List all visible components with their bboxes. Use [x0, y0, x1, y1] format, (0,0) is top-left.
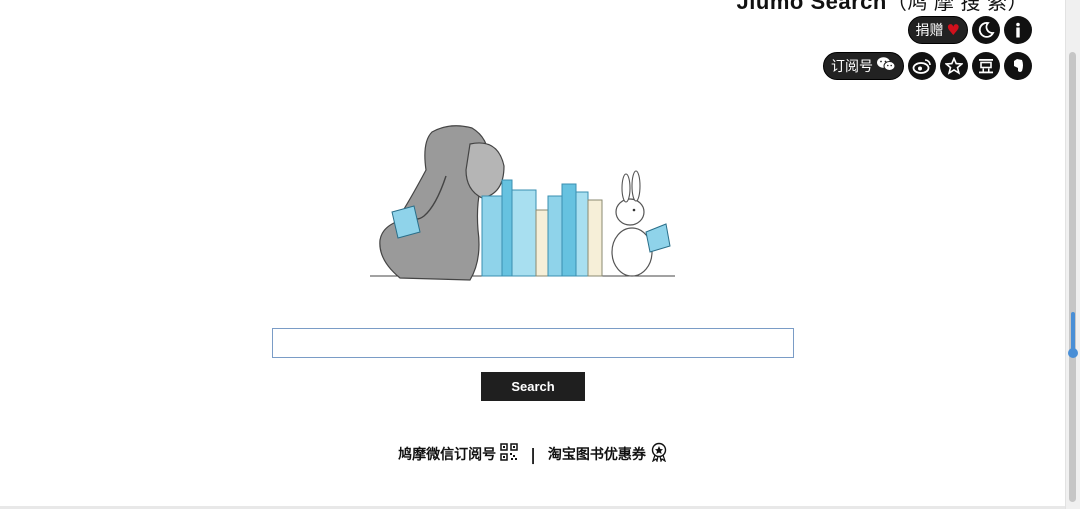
douban-button[interactable]: [972, 52, 1000, 80]
taobao-coupon-link[interactable]: 淘宝图书优惠券: [548, 442, 668, 466]
footer-links: 鸠摩微信订阅号 | 淘宝图书优惠券: [0, 442, 1066, 466]
heart-icon: ♥: [946, 21, 960, 39]
donate-button[interactable]: 捐赠 ♥: [907, 16, 968, 44]
night-mode-button[interactable]: [972, 16, 1000, 44]
vertical-scrollbar[interactable]: [1065, 0, 1080, 509]
search-input[interactable]: [272, 328, 794, 358]
wechat-subscription-link[interactable]: 鸠摩微信订阅号: [398, 443, 518, 465]
taobao-coupon-label: 淘宝图书优惠券: [547, 447, 646, 463]
weibo-button[interactable]: [908, 52, 936, 80]
site-title: Jiumo Search（鸠 摩 搜 索）: [737, 0, 1028, 15]
donate-label: 捐赠: [915, 23, 944, 39]
wechat-icon: [876, 56, 896, 76]
badge-icon: [650, 442, 668, 466]
subscribe-label: 订阅号: [831, 59, 873, 75]
scroll-indicator-knob[interactable]: [1068, 348, 1078, 358]
search-button[interactable]: Search: [481, 372, 585, 401]
site-title-subtitle: （鸠 摩 搜 索）: [886, 0, 1028, 14]
link-separator: |: [530, 444, 536, 464]
top-toolbar-row-1: 捐赠 ♥: [907, 16, 1032, 44]
douban-icon: [977, 57, 995, 75]
evernote-icon: [1009, 57, 1027, 75]
moon-icon: [977, 21, 995, 39]
info-button[interactable]: [1004, 16, 1032, 44]
evernote-button[interactable]: [1004, 52, 1032, 80]
favorite-button[interactable]: [940, 52, 968, 80]
star-icon: [945, 57, 963, 75]
weibo-icon: [912, 57, 932, 75]
top-toolbar-row-2: 订阅号: [823, 52, 1032, 80]
site-title-text: Jiumo Search: [736, 0, 887, 14]
subscribe-button[interactable]: 订阅号: [823, 52, 904, 80]
elephant-bunny-books-illustration: [370, 120, 680, 290]
scrollbar-thumb[interactable]: [1069, 52, 1076, 502]
info-icon: [1009, 21, 1027, 39]
qrcode-icon: [500, 443, 518, 465]
wechat-subscription-label: 鸠摩微信订阅号: [398, 447, 497, 463]
